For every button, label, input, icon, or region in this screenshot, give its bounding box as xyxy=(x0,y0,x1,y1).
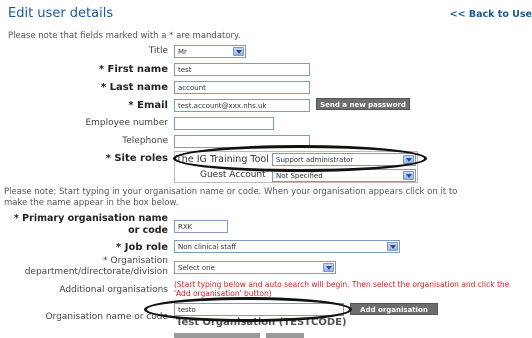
org-dept-value: Select one xyxy=(178,264,215,272)
last-name-label: * Last name xyxy=(100,82,168,93)
title-value: Mr xyxy=(178,48,187,56)
dropdown-arrow-icon xyxy=(323,263,334,272)
job-role-label: * Job role xyxy=(116,242,168,253)
last-name-input[interactable]: account xyxy=(174,81,310,94)
bottom-button-partial[interactable] xyxy=(266,333,304,338)
highlight-ellipse xyxy=(144,297,352,322)
back-link[interactable]: << Back to Use xyxy=(450,9,532,20)
first-name-label: * First name xyxy=(98,64,168,75)
primary-org-input[interactable]: RXK xyxy=(174,220,228,233)
email-input[interactable]: test.account@xxx.nhs.uk xyxy=(174,99,310,112)
additional-orgs-warning-1: (Start typing below and auto search will… xyxy=(174,280,510,289)
employee-number-input[interactable] xyxy=(174,117,274,130)
job-role-value: Non clinical staff xyxy=(178,243,237,251)
bottom-button-partial[interactable] xyxy=(174,333,260,338)
add-organisation-button[interactable]: Add organisation xyxy=(350,303,438,315)
title-select[interactable]: Mr xyxy=(174,45,246,58)
highlight-ellipse xyxy=(173,145,427,172)
dropdown-arrow-icon xyxy=(387,242,398,251)
send-new-password-button[interactable]: Send a new password xyxy=(316,98,410,110)
site-role-value-2: Not Specified xyxy=(276,172,323,180)
email-label: * Email xyxy=(128,100,168,111)
telephone-label: Telephone xyxy=(122,136,168,146)
employee-number-label: Employee number xyxy=(85,118,168,128)
page-title: Edit user details xyxy=(8,6,114,21)
title-label: Title xyxy=(148,46,168,56)
dropdown-arrow-icon xyxy=(403,171,414,180)
org-dept-label-1: * Organisation xyxy=(103,256,168,266)
dropdown-arrow-icon xyxy=(233,47,244,56)
site-roles-site-2: Guest Account xyxy=(200,170,266,180)
additional-orgs-label: Additional organisations xyxy=(59,285,168,295)
org-note-line-1: Please note: Start typing in your organi… xyxy=(4,187,458,197)
org-dept-label-2: department/directorate/division xyxy=(24,267,168,277)
job-role-select[interactable]: Non clinical staff xyxy=(174,240,400,253)
primary-org-label-2: or code xyxy=(128,225,168,236)
site-roles-label: * Site roles xyxy=(105,153,168,164)
org-dept-select[interactable]: Select one xyxy=(174,261,336,274)
primary-org-label-1: * Primary organisation name xyxy=(13,213,168,224)
mandatory-note: Please note that fields marked with a * … xyxy=(8,31,241,41)
first-name-input[interactable]: test xyxy=(174,63,310,76)
org-note-line-2: make the name appear in the box below. xyxy=(4,198,179,208)
